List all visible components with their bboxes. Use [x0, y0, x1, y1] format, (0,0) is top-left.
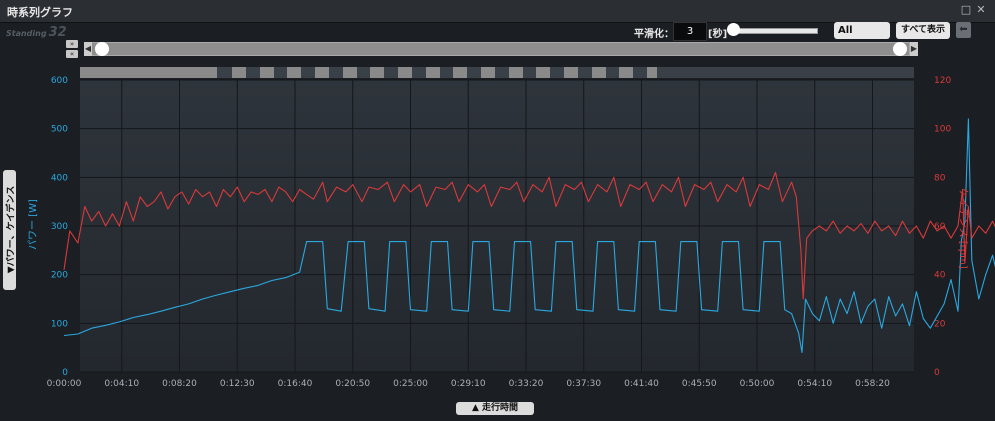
x-tick-label: 0:45:50	[682, 379, 717, 389]
x-axis-ticks: 0:00:00 0:04:10 0:08:20 0:12:30 0:16:40 0:20:…	[47, 379, 890, 389]
y-right-tick-label: 20	[934, 319, 946, 329]
y-right-tick-label: 120	[934, 76, 951, 86]
y-right-tick-label: 100	[934, 125, 951, 135]
x-tick-label: 0:25:00	[393, 379, 428, 389]
y-left-tick-label: 0	[62, 368, 68, 378]
bottom-tab-elapsed-time[interactable]: ▲ 走行時間	[456, 402, 534, 415]
y-left-tick-label: 600	[51, 76, 68, 86]
x-tick-label: 0:16:40	[278, 379, 313, 389]
x-tick-label: 0:04:10	[104, 379, 139, 389]
y-right-tick-label: 80	[934, 173, 946, 183]
y-right-tick-label: 40	[934, 271, 946, 281]
x-tick-label: 0:33:20	[509, 379, 544, 389]
y-right-tick-label: 0	[934, 368, 940, 378]
time-series-chart[interactable]: 0:00:00 0:04:10 0:08:20 0:12:30 0:16:40 0:20:…	[0, 0, 995, 421]
y-left-tick-label: 100	[51, 319, 68, 329]
y-right-axis-label: ケイデンス [rpm]	[957, 188, 970, 269]
y-left-tick-label: 400	[51, 173, 68, 183]
side-tab-label: ▼パワー、ケイデンス	[6, 185, 17, 274]
x-tick-label: 0:20:50	[335, 379, 370, 389]
x-tick-label: 0:54:10	[797, 379, 832, 389]
y-left-tick-label: 500	[51, 125, 68, 135]
y-left-axis-ticks: 0 100 200 300 400 500 600	[51, 76, 68, 378]
y-right-tick-label: 60	[934, 222, 946, 232]
x-tick-label: 0:08:20	[162, 379, 197, 389]
x-tick-label: 0:12:30	[220, 379, 255, 389]
x-tick-label: 0:29:10	[451, 379, 486, 389]
y-left-tick-label: 200	[51, 271, 68, 281]
x-tick-label: 0:37:30	[566, 379, 601, 389]
y-left-tick-label: 300	[51, 222, 68, 232]
x-tick-label: 0:41:40	[624, 379, 659, 389]
x-tick-label: 0:58:20	[855, 379, 890, 389]
y-left-axis-label: パワー [W]	[27, 199, 39, 250]
x-tick-label: 0:00:00	[47, 379, 82, 389]
side-tab-power-cadence[interactable]: ▼パワー、ケイデンス	[3, 170, 17, 290]
x-tick-label: 0:50:00	[740, 379, 775, 389]
